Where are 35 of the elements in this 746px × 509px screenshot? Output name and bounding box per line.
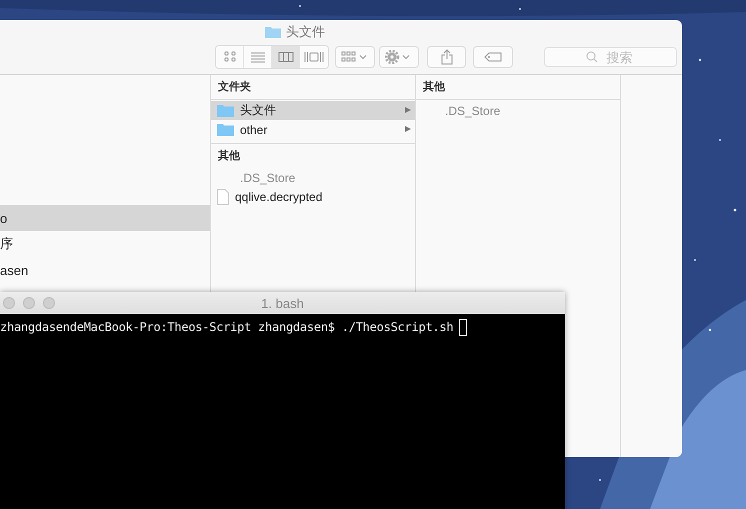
search-icon (586, 51, 598, 63)
file-row[interactable]: other (211, 120, 415, 139)
window-title: 1. bash (261, 296, 304, 310)
window-title: 头文件 (286, 23, 325, 41)
view-switcher[interactable] (215, 45, 329, 69)
list-view-icon (250, 51, 266, 63)
gallery-view-icon (304, 51, 324, 63)
file-row[interactable]: asen (0, 257, 210, 283)
icons-view-button[interactable] (216, 46, 244, 68)
tag-icon (484, 52, 502, 62)
section-header: 其他 (416, 75, 620, 100)
close-button[interactable] (3, 297, 15, 309)
file-row[interactable]: o (0, 205, 210, 231)
minimize-button[interactable] (23, 297, 35, 309)
columns-view-button[interactable] (272, 46, 300, 68)
column-view-icon (278, 51, 294, 63)
section-header: 其他 (211, 143, 415, 168)
folder-icon (217, 123, 234, 136)
zoom-button[interactable] (43, 297, 55, 309)
grid-caret-icon (341, 51, 369, 63)
icon-view-icon (222, 51, 236, 63)
section-header: 文件夹 (211, 75, 415, 100)
file-row[interactable]: 序 (0, 231, 210, 257)
arrange-button[interactable] (335, 46, 375, 68)
share-icon (440, 49, 452, 65)
search-field[interactable]: 搜索 (544, 47, 677, 67)
folder-icon (217, 104, 234, 117)
file-row[interactable]: qqlive.decrypted (211, 187, 415, 206)
settings-button[interactable] (379, 46, 419, 68)
tag-button[interactable] (473, 46, 513, 68)
share-button[interactable] (427, 46, 466, 68)
document-icon (217, 188, 229, 204)
folder-icon (265, 26, 281, 38)
file-row[interactable]: 头文件 (211, 101, 415, 120)
command-line: zhangdasendeMacBook-Pro:Theos-Script zhangdasen$ ./TheosScript.sh (0, 320, 454, 334)
